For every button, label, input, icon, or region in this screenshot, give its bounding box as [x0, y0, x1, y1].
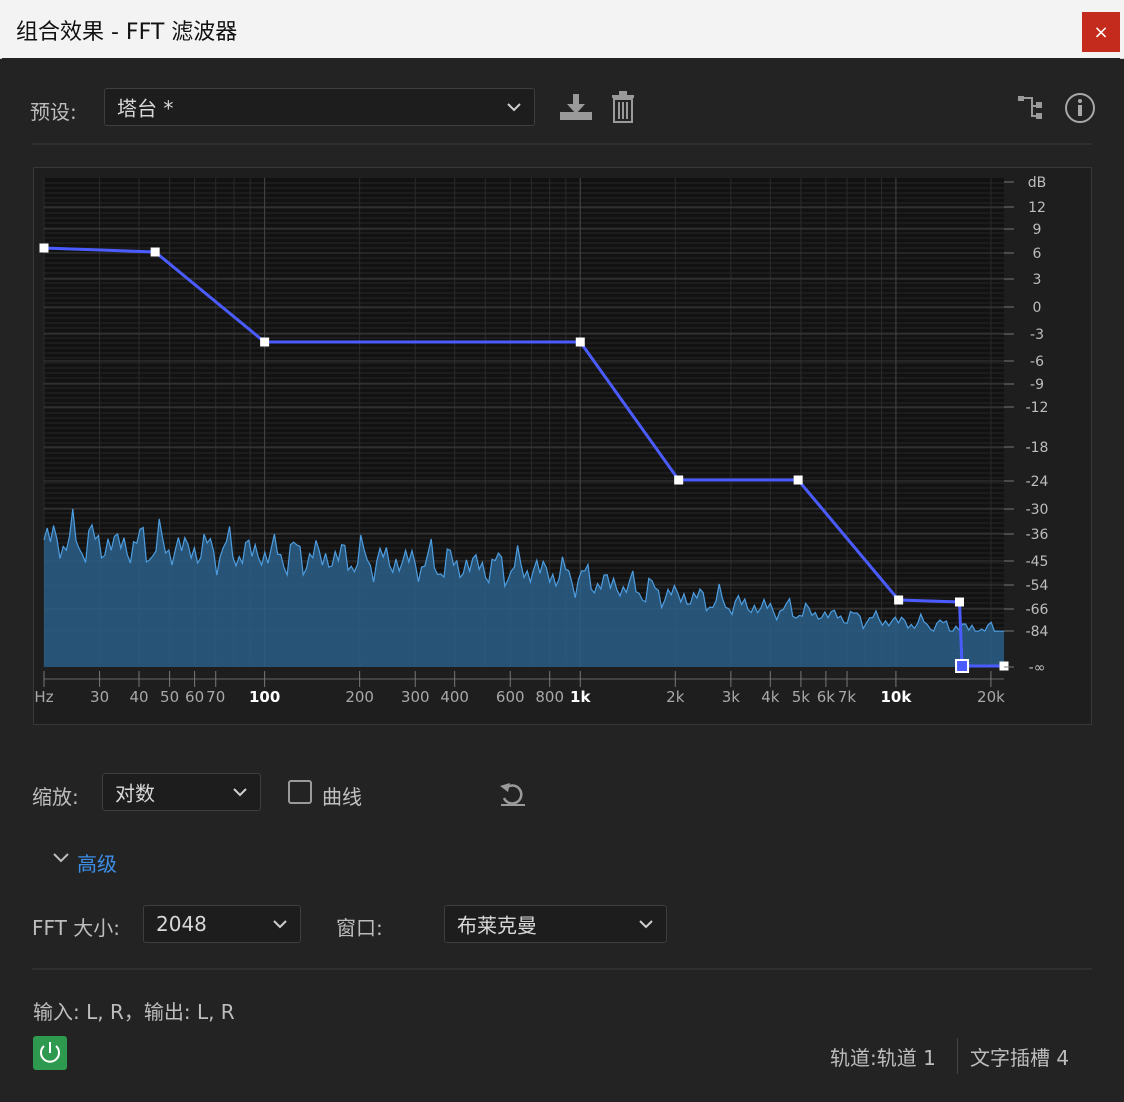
- routing-icon[interactable]: [1016, 94, 1044, 120]
- curve-point-handle[interactable]: [674, 475, 684, 485]
- db-tick-label: 3: [1033, 272, 1042, 288]
- db-tick-label: 9: [1033, 222, 1042, 238]
- slot-info: 文字插槽 4: [970, 1046, 1070, 1070]
- fft-size-label: FFT 大小:: [32, 916, 120, 940]
- close-button[interactable]: ×: [1082, 12, 1120, 52]
- advanced-toggle[interactable]: 高级: [77, 848, 117, 877]
- freq-tick-label: 6k: [817, 688, 836, 706]
- io-info: 输入: L, R，输出: L, R: [33, 1000, 235, 1024]
- curve-point-handle[interactable]: [150, 247, 160, 257]
- title-bar: 组合效果 - FFT 滤波器 ×: [0, 0, 1124, 59]
- curve-point-handle[interactable]: [894, 595, 904, 605]
- curve-point-handle[interactable]: [955, 659, 970, 673]
- db-tick-label: -66: [1026, 602, 1049, 618]
- db-tick-label: -9: [1030, 377, 1044, 393]
- curve-point-handle[interactable]: [260, 337, 270, 347]
- window-function-dropdown[interactable]: 布莱克曼: [444, 905, 667, 943]
- db-tick-label: -54: [1026, 578, 1049, 594]
- freq-tick-label: 200: [345, 688, 374, 706]
- chevron-down-icon: [507, 103, 521, 112]
- db-tick-label: -18: [1026, 440, 1049, 456]
- db-tick-label: -36: [1026, 527, 1049, 543]
- scale-dropdown[interactable]: 对数: [102, 773, 261, 811]
- scale-value: 对数: [115, 781, 155, 806]
- track-info: 轨道:轨道 1: [830, 1046, 936, 1070]
- close-icon: ×: [1093, 21, 1109, 43]
- freq-tick-label: 30: [90, 688, 109, 706]
- db-tick-label: 6: [1033, 246, 1042, 262]
- db-tick-label: -12: [1026, 400, 1049, 416]
- reset-icon[interactable]: [498, 780, 528, 808]
- window-function-label: 窗口:: [336, 916, 383, 940]
- freq-tick-label: 400: [440, 688, 469, 706]
- freq-tick-label: Hz: [34, 688, 53, 706]
- curve-point-handle[interactable]: [999, 661, 1009, 671]
- freq-tick-label: 50: [160, 688, 179, 706]
- freq-tick-label: 800: [535, 688, 564, 706]
- window-title: 组合效果 - FFT 滤波器: [16, 20, 238, 45]
- freq-tick-label: 4k: [761, 688, 780, 706]
- freq-tick-label: 300: [401, 688, 430, 706]
- save-preset-icon[interactable]: [558, 92, 594, 122]
- db-tick-label: -∞: [1029, 660, 1046, 676]
- freq-tick-label: 600: [496, 688, 525, 706]
- divider: [957, 1038, 958, 1074]
- fft-size-dropdown[interactable]: 2048: [143, 905, 301, 943]
- freq-tick-label: 20k: [977, 688, 1005, 706]
- delete-preset-icon[interactable]: [610, 91, 636, 123]
- preset-label: 预设:: [30, 100, 77, 124]
- chevron-down-icon: [273, 920, 287, 929]
- filter-graph-svg[interactable]: dB129630-3-6-9-12-18-24-30-36-45-54-66-8…: [34, 168, 1091, 724]
- freq-tick-label: 2k: [666, 688, 685, 706]
- curve-point-handle[interactable]: [954, 597, 964, 607]
- db-tick-label: 12: [1028, 200, 1046, 216]
- db-tick-label: -45: [1026, 554, 1049, 570]
- chevron-down-icon: [233, 788, 247, 797]
- db-tick-label: -84: [1026, 624, 1049, 640]
- db-tick-label: -6: [1030, 354, 1044, 370]
- freq-tick-label: 100: [249, 688, 280, 706]
- curve-checkbox[interactable]: [288, 780, 312, 804]
- curve-point-handle[interactable]: [575, 337, 585, 347]
- freq-tick-label: 5k: [792, 688, 811, 706]
- db-tick-label: -24: [1026, 474, 1049, 490]
- chevron-down-icon: [639, 920, 653, 929]
- curve-label: 曲线: [322, 785, 362, 809]
- freq-tick-label: 7k: [838, 688, 857, 706]
- filter-graph[interactable]: dB 12 9 6 3 0 -3 -6 -9 -12 -18 -24 -30 -36 -45 -54 -66 -8…: [33, 167, 1092, 725]
- freq-tick-label: 3k: [722, 688, 741, 706]
- power-icon: [40, 1042, 60, 1063]
- power-button[interactable]: [33, 1036, 67, 1070]
- curve-point-handle[interactable]: [39, 243, 49, 253]
- chevron-down-icon[interactable]: [52, 852, 70, 864]
- freq-tick-label: 1k: [570, 688, 591, 706]
- db-tick-label: dB: [1028, 175, 1047, 191]
- db-tick-label: 0: [1033, 300, 1042, 316]
- divider: [32, 143, 1092, 145]
- scale-label: 缩放:: [32, 785, 79, 809]
- db-tick-label: -3: [1030, 327, 1044, 343]
- preset-dropdown[interactable]: 塔台 *: [104, 88, 535, 126]
- curve-point-handle[interactable]: [793, 475, 803, 485]
- window-function-value: 布莱克曼: [457, 913, 537, 938]
- preset-value: 塔台 *: [117, 96, 174, 121]
- freq-tick-label: 10k: [880, 688, 912, 706]
- divider: [32, 968, 1092, 970]
- db-tick-label: -30: [1026, 502, 1049, 518]
- freq-tick-label: 40: [129, 688, 148, 706]
- fft-size-value: 2048: [156, 912, 207, 936]
- freq-tick-label: 60: [185, 688, 204, 706]
- info-icon[interactable]: [1064, 92, 1096, 124]
- freq-tick-label: 70: [206, 688, 225, 706]
